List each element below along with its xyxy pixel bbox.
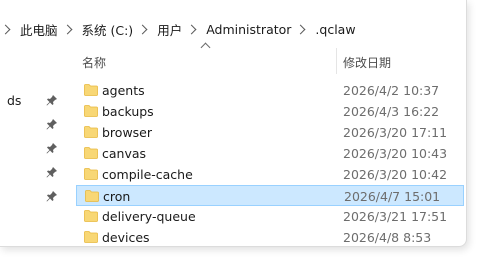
pin-icon[interactable] [46, 190, 58, 202]
pin-icon[interactable] [46, 94, 58, 106]
pin-icon[interactable] [46, 166, 58, 178]
breadcrumb-this-pc[interactable]: 此电脑 [20, 20, 58, 39]
column-header: 名称 修改日期 [72, 42, 466, 74]
list-item[interactable]: delivery-queue 2026/3/21 17:51 [76, 206, 464, 227]
file-modified-date: 2026/4/3 16:22 [343, 104, 440, 119]
chevron-right-icon[interactable] [295, 24, 306, 34]
column-divider[interactable] [336, 48, 337, 74]
list-item[interactable]: backups 2026/4/3 16:22 [76, 101, 464, 122]
file-modified-date: 2026/4/2 10:37 [343, 83, 440, 98]
sort-ascending-icon [200, 42, 211, 53]
file-name: browser [102, 125, 153, 140]
list-item[interactable]: devices 2026/4/8 8:53 [76, 227, 464, 246]
folder-icon [85, 190, 99, 202]
file-name: backups [102, 104, 154, 119]
file-name: agents [102, 83, 145, 98]
column-name-header[interactable]: 名称 [82, 54, 106, 71]
breadcrumb-users[interactable]: 用户 [157, 20, 182, 39]
file-modified-date: 2026/3/20 17:11 [343, 125, 448, 140]
folder-icon [84, 231, 98, 243]
file-name: cron [103, 189, 131, 204]
chevron-right-icon[interactable] [62, 24, 72, 34]
chevron-right-icon[interactable] [186, 24, 197, 34]
list-item[interactable]: compile-cache 2026/3/20 10:42 [76, 164, 464, 185]
file-name: canvas [102, 146, 147, 161]
file-explorer-window: 此电脑 系统 (C:) 用户 Administrator .qclaw 名称 修… [0, 0, 467, 247]
folder-icon [84, 84, 98, 96]
pin-icon[interactable] [46, 142, 58, 154]
file-modified-date: 2026/3/21 17:51 [343, 209, 448, 224]
list-item[interactable]: canvas 2026/3/20 10:43 [76, 143, 464, 164]
file-name: delivery-queue [102, 209, 196, 224]
folder-icon [84, 147, 98, 159]
list-item[interactable]: browser 2026/3/20 17:11 [76, 122, 464, 143]
breadcrumb-system-drive[interactable]: 系统 (C:) [82, 20, 134, 39]
chevron-right-icon[interactable] [0, 24, 11, 34]
file-name: compile-cache [102, 167, 193, 182]
column-modified-header[interactable]: 修改日期 [343, 54, 391, 71]
file-modified-date: 2026/4/7 15:01 [344, 189, 441, 204]
list-item-selected[interactable]: cron 2026/4/7 15:01 [76, 185, 464, 206]
navigation-pane: ds [0, 76, 64, 246]
file-modified-date: 2026/4/8 8:53 [343, 230, 432, 245]
folder-icon [84, 105, 98, 117]
file-modified-date: 2026/3/20 10:42 [343, 167, 448, 182]
breadcrumb-administrator[interactable]: Administrator [206, 22, 291, 37]
pin-icon[interactable] [46, 118, 58, 130]
chevron-right-icon[interactable] [137, 24, 148, 34]
breadcrumb-qclaw[interactable]: .qclaw [315, 22, 355, 37]
file-name: devices [102, 230, 150, 245]
list-item[interactable]: agents 2026/4/2 10:37 [76, 80, 464, 101]
folder-icon [84, 210, 98, 222]
file-modified-date: 2026/3/20 10:43 [343, 146, 448, 161]
nav-item-label[interactable]: ds [7, 93, 21, 108]
address-bar[interactable]: 此电脑 系统 (C:) 用户 Administrator .qclaw [0, 14, 466, 44]
folder-icon [84, 168, 98, 180]
folder-icon [84, 126, 98, 138]
